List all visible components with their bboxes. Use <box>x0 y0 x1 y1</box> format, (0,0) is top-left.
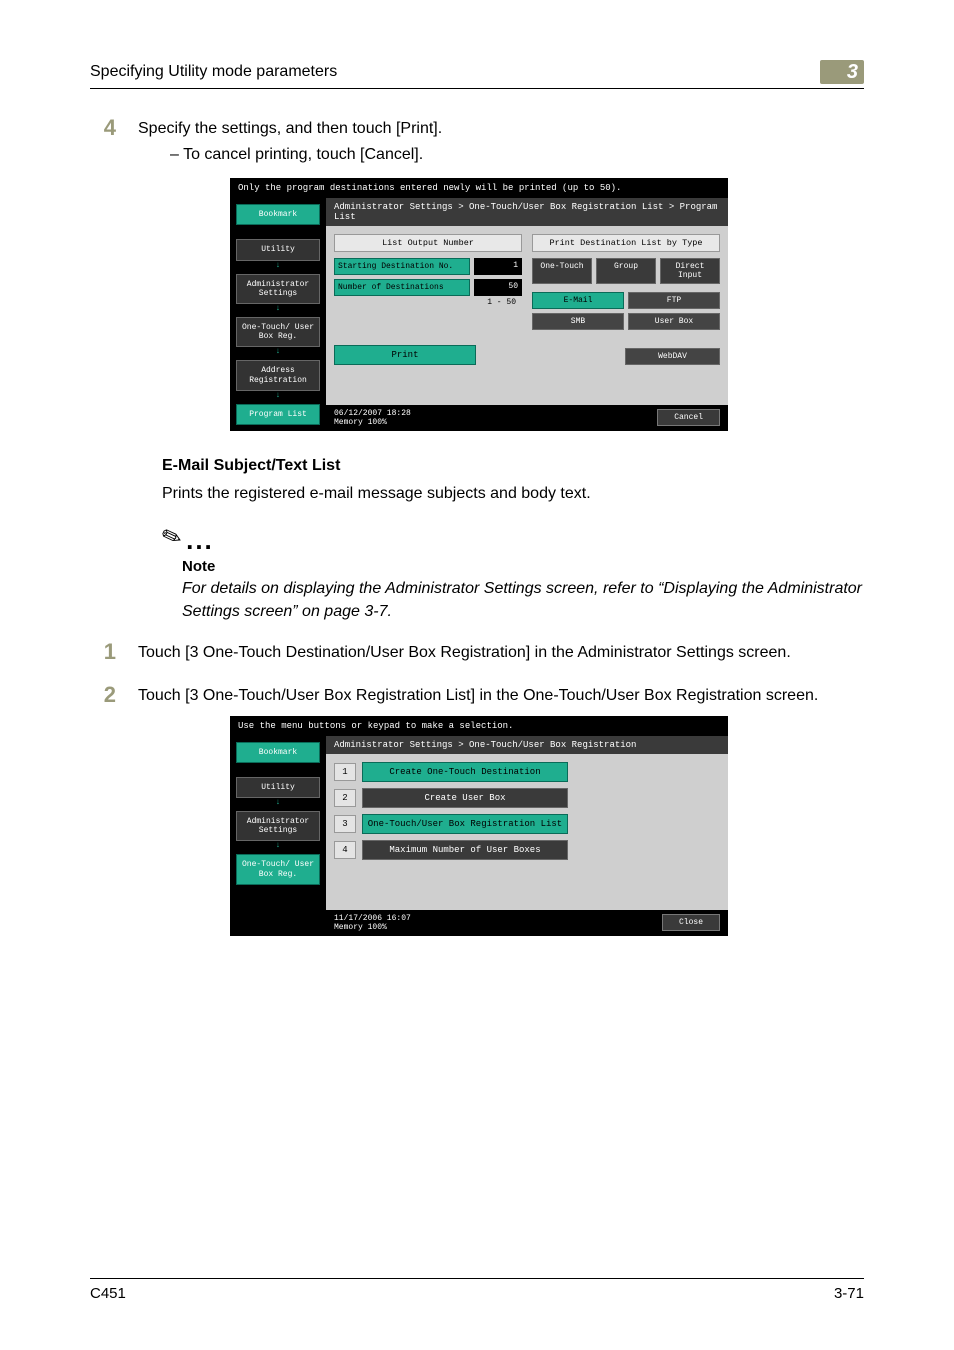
col-header-print-type: Print Destination List by Type <box>532 234 720 252</box>
bookmark-button[interactable]: Bookmark <box>236 204 320 225</box>
ui2-datetime: 11/17/2006 16:07 <box>334 914 411 923</box>
step-2-text: Touch [3 One-Touch/User Box Registration… <box>138 684 818 707</box>
note-text: For details on displaying the Administra… <box>182 577 864 623</box>
smb-type-button[interactable]: SMB <box>532 313 624 330</box>
email-type-button[interactable]: E-Mail <box>532 292 624 309</box>
menu-number: 4 <box>334 841 356 859</box>
arrow-icon: ↓ <box>236 305 320 313</box>
admin-settings-button[interactable]: Administrator Settings <box>236 274 320 304</box>
ui1-datetime: 06/12/2007 18:28 <box>334 409 411 418</box>
menu-number: 3 <box>334 815 356 833</box>
num-dest-value: 50 <box>474 279 522 296</box>
col-header-list-output: List Output Number <box>334 234 522 252</box>
menu-item-button[interactable]: Create User Box <box>362 788 568 808</box>
address-reg-button[interactable]: Address Registration <box>236 360 320 390</box>
arrow-icon: ↓ <box>236 392 320 400</box>
userbox-type-button[interactable]: User Box <box>628 313 720 330</box>
ui1-breadcrumb: Administrator Settings > One-Touch/User … <box>326 198 728 226</box>
starting-dest-value: 1 <box>474 258 522 275</box>
ui2-memory: Memory 100% <box>334 923 411 932</box>
utility-button[interactable]: Utility <box>236 239 320 260</box>
step-4-sub: To cancel printing, touch [Cancel]. <box>170 146 864 164</box>
note-label: Note <box>182 558 864 575</box>
menu-item-button[interactable]: One-Touch/User Box Registration List <box>362 814 568 834</box>
program-list-button[interactable]: Program List <box>236 404 320 425</box>
one-touch-type-button[interactable]: One-Touch <box>532 258 592 284</box>
ui2-breadcrumb: Administrator Settings > One-Touch/User … <box>326 736 728 754</box>
step-number-1: 1 <box>90 641 116 663</box>
ui1-memory: Memory 100% <box>334 418 411 427</box>
screenshot-program-list: Only the program destinations entered ne… <box>230 178 728 431</box>
onetouch-button[interactable]: One-Touch/ User Box Reg. <box>236 317 320 347</box>
menu-number: 1 <box>334 763 356 781</box>
print-button[interactable]: Print <box>334 345 476 365</box>
close-button[interactable]: Close <box>662 914 720 931</box>
menu-item-button[interactable]: Maximum Number of User Boxes <box>362 840 568 860</box>
section-text: Prints the registered e-mail message sub… <box>162 485 864 503</box>
menu-number: 2 <box>334 789 356 807</box>
screenshot-registration-menu: Use the menu buttons or keypad to make a… <box>230 716 728 936</box>
utility-button[interactable]: Utility <box>236 777 320 798</box>
footer-page: 3-71 <box>834 1285 864 1302</box>
step-4-text: Specify the settings, and then touch [Pr… <box>138 117 442 140</box>
pencil-icon: ✎ <box>158 520 187 554</box>
admin-settings-button[interactable]: Administrator Settings <box>236 811 320 841</box>
section-heading: E-Mail Subject/Text List <box>162 457 864 475</box>
arrow-icon: ↓ <box>236 262 320 270</box>
direct-input-type-button[interactable]: Direct Input <box>660 258 720 284</box>
arrow-icon: ↓ <box>236 348 320 356</box>
ui2-message: Use the menu buttons or keypad to make a… <box>230 716 728 736</box>
onetouch-button[interactable]: One-Touch/ User Box Reg. <box>236 854 320 884</box>
step-number-4: 4 <box>90 117 116 139</box>
range-text: 1 - 50 <box>334 298 522 307</box>
page-header-title: Specifying Utility mode parameters <box>90 63 337 81</box>
step-1-text: Touch [3 One-Touch Destination/User Box … <box>138 641 791 664</box>
num-dest-field[interactable]: Number of Destinations <box>334 279 470 296</box>
arrow-icon: ↓ <box>236 842 320 850</box>
starting-dest-field[interactable]: Starting Destination No. <box>334 258 470 275</box>
ui1-message: Only the program destinations entered ne… <box>230 178 728 198</box>
group-type-button[interactable]: Group <box>596 258 656 284</box>
bookmark-button[interactable]: Bookmark <box>236 742 320 763</box>
footer-model: C451 <box>90 1285 126 1302</box>
ftp-type-button[interactable]: FTP <box>628 292 720 309</box>
menu-item-button[interactable]: Create One-Touch Destination <box>362 762 568 782</box>
cancel-button[interactable]: Cancel <box>657 409 720 426</box>
arrow-icon: ↓ <box>236 799 320 807</box>
note-dots: ... <box>186 525 214 555</box>
webdav-type-button[interactable]: WebDAV <box>625 348 720 365</box>
step-number-2: 2 <box>90 684 116 706</box>
chapter-badge: 3 <box>820 60 864 84</box>
